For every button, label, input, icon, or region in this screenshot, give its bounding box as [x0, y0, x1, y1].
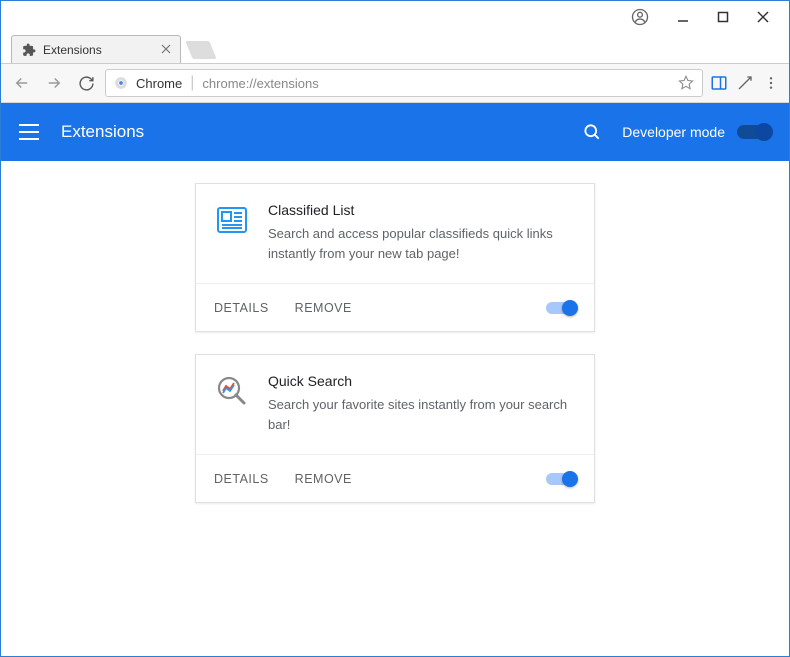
browser-tab[interactable]: Extensions: [11, 35, 181, 63]
extensions-list: pcrisk.com Classified List Search and ac…: [1, 161, 789, 656]
window-maximize-button[interactable]: [703, 3, 743, 31]
extension-enable-toggle[interactable]: [546, 473, 576, 485]
extension-description: Search and access popular classifieds qu…: [268, 224, 576, 263]
window-minimize-button[interactable]: [663, 3, 703, 31]
details-button[interactable]: DETAILS: [214, 472, 269, 486]
extension-enable-toggle[interactable]: [546, 302, 576, 314]
extension-description: Search your favorite sites instantly fro…: [268, 395, 576, 434]
address-bar[interactable]: Chrome | chrome://extensions: [105, 69, 703, 97]
extensions-appbar: Extensions Developer mode: [1, 103, 789, 161]
new-tab-button[interactable]: [185, 41, 216, 59]
extension-name: Classified List: [268, 202, 576, 218]
url-text: chrome://extensions: [202, 76, 670, 91]
bookmark-star-icon[interactable]: [678, 75, 694, 91]
magnifier-chart-icon: [214, 373, 250, 409]
newspaper-icon: [214, 202, 250, 238]
reload-button[interactable]: [73, 70, 99, 96]
search-icon[interactable]: [582, 122, 602, 142]
extension-name: Quick Search: [268, 373, 576, 389]
details-button[interactable]: DETAILS: [214, 301, 269, 315]
page-title: Extensions: [61, 122, 582, 142]
url-scheme-label: Chrome: [136, 76, 182, 91]
window-close-button[interactable]: [743, 3, 783, 31]
remove-button[interactable]: REMOVE: [295, 301, 352, 315]
developer-mode-label: Developer mode: [622, 124, 725, 140]
window-titlebar: [1, 1, 789, 33]
extension-puzzle-icon: [22, 43, 36, 57]
browser-toolbar: Chrome | chrome://extensions: [1, 63, 789, 103]
chrome-icon: [114, 76, 128, 90]
extension-card: Classified List Search and access popula…: [195, 183, 595, 332]
back-button[interactable]: [9, 70, 35, 96]
menu-hamburger-icon[interactable]: [19, 124, 39, 140]
browser-window: Extensions Chrome | chrome://extensions …: [0, 0, 790, 657]
remove-button[interactable]: REMOVE: [295, 472, 352, 486]
tab-title: Extensions: [43, 43, 102, 57]
extension-card: Quick Search Search your favorite sites …: [195, 354, 595, 503]
developer-mode-toggle[interactable]: [737, 125, 771, 139]
forward-button[interactable]: [41, 70, 67, 96]
panel-icon[interactable]: [709, 73, 729, 93]
extension-toolbar-icon[interactable]: [735, 73, 755, 93]
menu-dots-icon[interactable]: [761, 73, 781, 93]
tab-strip: Extensions: [1, 33, 789, 63]
tab-close-icon[interactable]: [160, 43, 172, 55]
user-profile-icon[interactable]: [631, 8, 649, 26]
